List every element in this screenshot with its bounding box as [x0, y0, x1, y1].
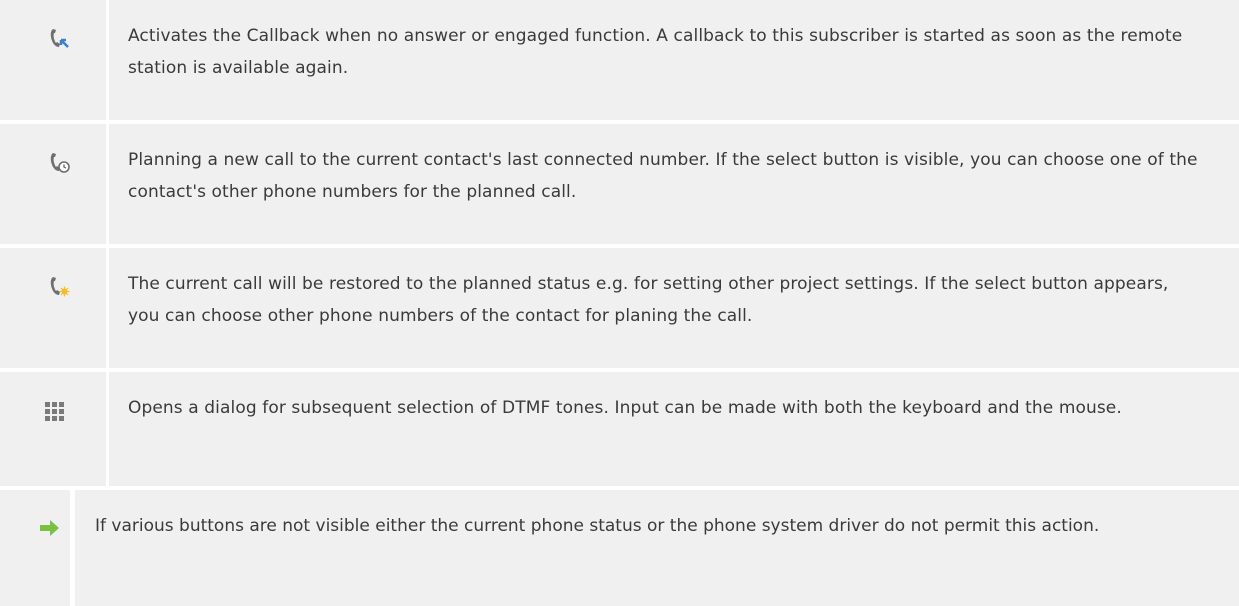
row-description: Planning a new call to the current conta…	[128, 150, 1198, 202]
column-divider	[106, 124, 109, 244]
table-row: The current call will be restored to the…	[0, 248, 1239, 368]
note-text: If various buttons are not visible eithe…	[95, 516, 1100, 536]
table-row: Activates the Callback when no answer or…	[0, 0, 1239, 120]
row-description: The current call will be restored to the…	[128, 274, 1169, 326]
icon-cell	[0, 372, 106, 486]
plan-call-phone-icon	[50, 153, 70, 173]
restore-call-phone-icon	[50, 277, 70, 297]
table-row: Planning a new call to the current conta…	[0, 124, 1239, 244]
row-description: Activates the Callback when no answer or…	[128, 26, 1183, 78]
icon-cell	[0, 248, 106, 368]
note-divider	[70, 490, 75, 606]
column-divider	[106, 0, 109, 120]
note-box: If various buttons are not visible eithe…	[0, 490, 1239, 606]
column-divider	[106, 372, 109, 486]
table-row: Opens a dialog for subsequent selection …	[0, 372, 1239, 486]
column-divider	[106, 248, 109, 368]
dtmf-keypad-icon	[45, 402, 64, 421]
callback-phone-icon	[50, 29, 69, 48]
icon-cell	[0, 0, 106, 120]
row-description: Opens a dialog for subsequent selection …	[128, 398, 1122, 418]
green-arrow-icon	[40, 520, 59, 536]
icon-cell	[0, 124, 106, 244]
